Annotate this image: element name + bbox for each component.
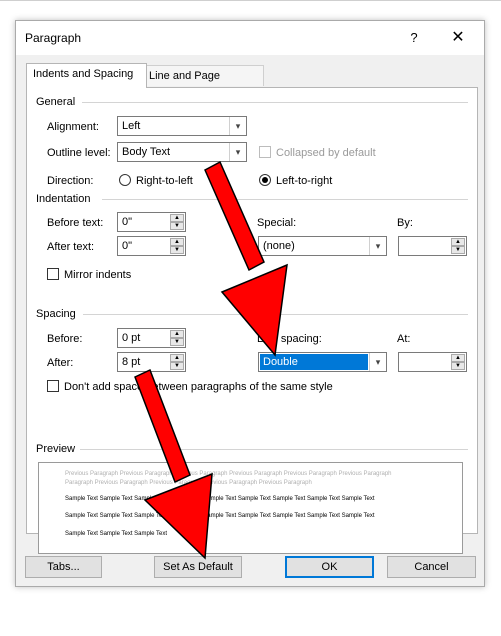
- arrow-to-line-spacing: [204, 160, 288, 357]
- arrow-to-set-as-default: [134, 368, 213, 560]
- annotation-arrows: [134, 160, 288, 560]
- tab-indents-and-spacing[interactable]: Indents and Spacing: [26, 63, 147, 88]
